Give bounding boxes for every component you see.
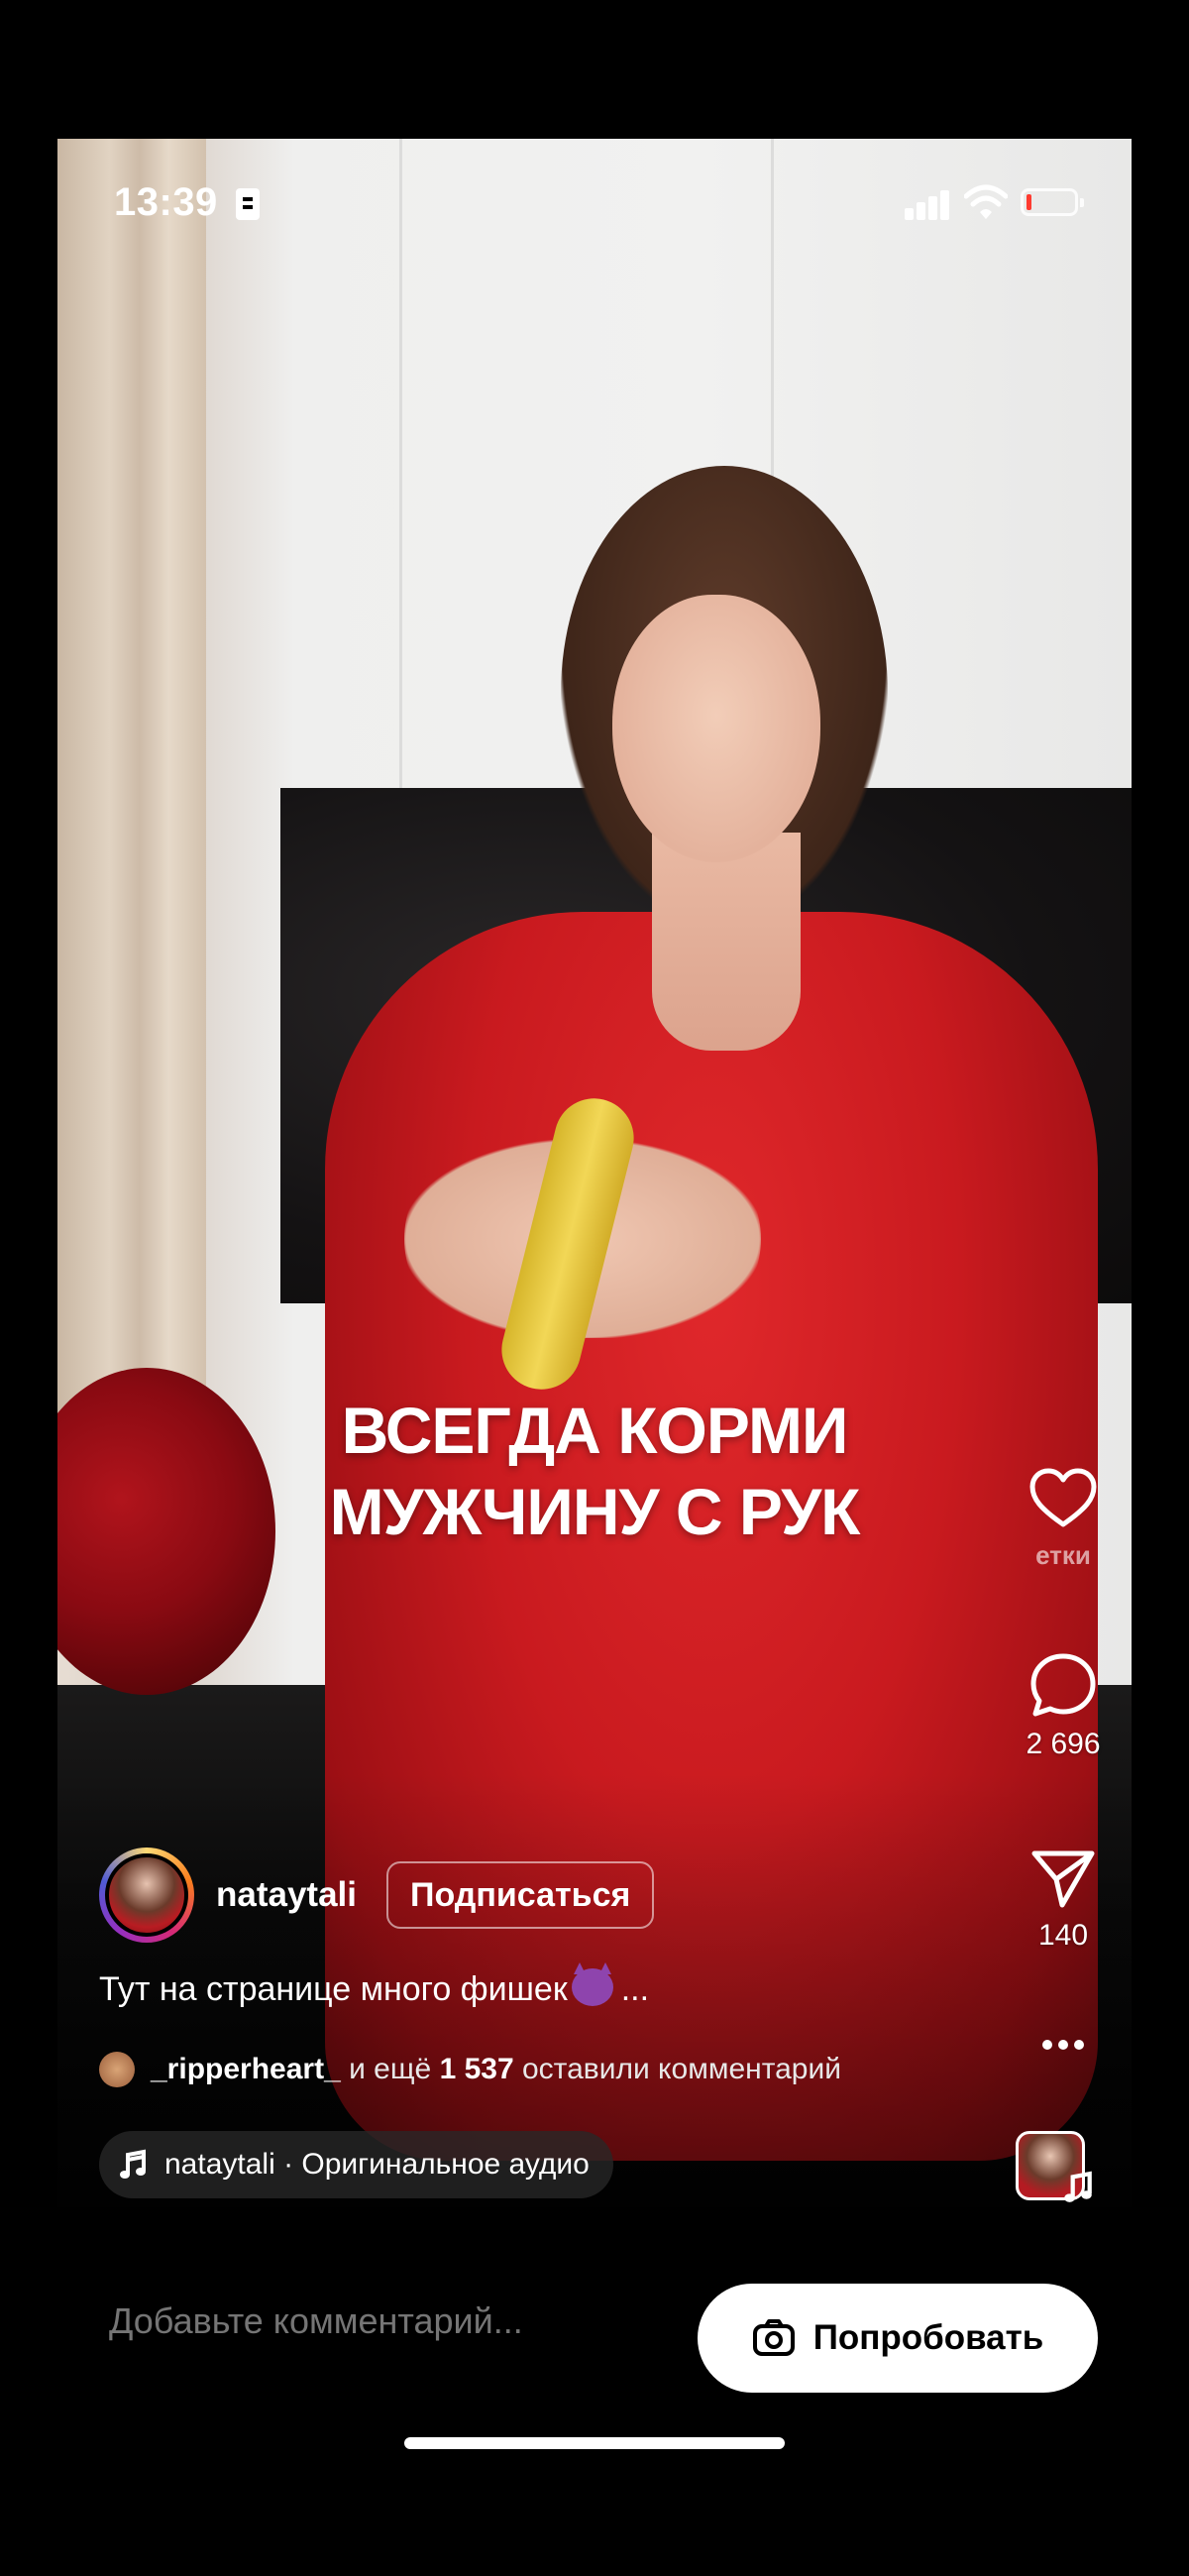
share-action[interactable]: 140 — [999, 1846, 1128, 1953]
like-count-label: етки — [1035, 1540, 1091, 1570]
home-indicator[interactable] — [404, 2437, 785, 2449]
comment-bubble-icon — [1030, 1653, 1096, 1717]
comments-preview-suffix: оставили комментарий — [513, 2053, 841, 2085]
bottom-bar: Попробовать — [57, 2250, 1132, 2399]
audio-pill[interactable]: nataytali · Оригинальное аудио — [99, 2131, 613, 2198]
focus-mode-icon — [236, 188, 260, 220]
wifi-icon — [964, 184, 1008, 219]
comment-input[interactable] — [107, 2299, 666, 2343]
author-avatar[interactable] — [99, 1848, 194, 1943]
audio-label: nataytali · Оригинальное аудио — [164, 2148, 590, 2181]
person-face — [612, 595, 820, 862]
commenter-username: _ripperheart_ — [151, 2053, 341, 2085]
overlay-line-2: МУЖЧИНУ С РУК — [329, 1475, 861, 1548]
shares-count: 140 — [1037, 1919, 1089, 1952]
comment-action[interactable]: 2 696 — [999, 1650, 1128, 1761]
caption[interactable]: Тут на странице много фишек... — [99, 1962, 649, 2009]
like-action[interactable]: етки — [999, 1467, 1128, 1571]
try-label: Попробовать — [812, 2318, 1044, 2357]
reels-screen: ВСЕГДА КОРМИ МУЖЧИНУ С РУК 13:39 етки 2 … — [57, 139, 1132, 2240]
overlay-line-1: ВСЕГДА КОРМИ — [341, 1394, 849, 1467]
more-options-button[interactable] — [999, 2037, 1128, 2053]
video-overlay-text: ВСЕГДА КОРМИ МУЖЧИНУ С РУК — [57, 1390, 1132, 1552]
status-bar: 13:39 — [57, 139, 1132, 268]
commenter-avatar — [99, 2052, 135, 2087]
cellular-signal-icon — [905, 188, 952, 220]
battery-level — [1027, 194, 1031, 210]
comments-preview-middle: и ещё — [340, 2053, 440, 2085]
devil-emoji-icon — [571, 1962, 613, 2006]
music-note-icon — [1064, 2171, 1092, 2202]
try-button[interactable]: Попробовать — [698, 2284, 1098, 2393]
comments-preview-count: 1 537 — [439, 2053, 514, 2085]
person-neck — [652, 833, 801, 1051]
caption-text: Тут на странице много фишек — [99, 1970, 568, 2008]
caption-more[interactable]: ... — [621, 1970, 649, 2008]
music-note-icon — [120, 2149, 146, 2179]
camera-icon — [752, 2319, 795, 2356]
comments-preview[interactable]: _ripperheart_ и ещё 1 537 оставили комме… — [99, 2052, 841, 2087]
heart-icon — [1029, 1468, 1097, 1527]
battery-icon — [1021, 188, 1084, 216]
more-dots-icon — [1042, 2040, 1084, 2050]
send-icon — [1031, 1850, 1095, 1908]
comments-count: 2 696 — [1026, 1728, 1101, 1760]
author-row: nataytali Подписаться — [99, 1846, 655, 1945]
follow-button[interactable]: Подписаться — [386, 1861, 655, 1929]
author-username[interactable]: nataytali — [216, 1875, 357, 1915]
avatar-image — [105, 1853, 188, 1937]
status-time: 13:39 — [114, 180, 218, 224]
